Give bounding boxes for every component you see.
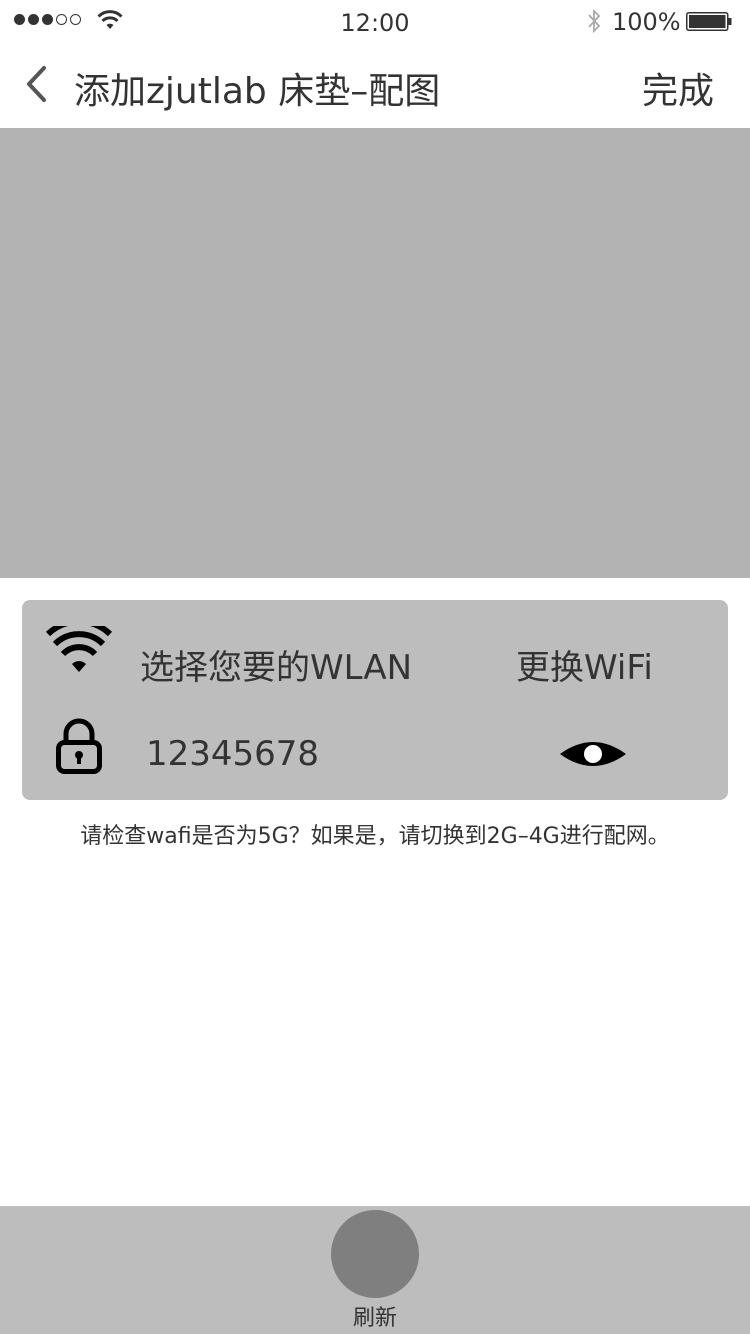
wifi-icon [46, 626, 112, 672]
battery-icon [686, 12, 732, 31]
refresh-button[interactable] [331, 1210, 419, 1298]
password-input[interactable] [146, 730, 446, 778]
status-bar: 12:00 100% [0, 0, 750, 44]
wlan-select[interactable]: 选择您要的WLAN [140, 640, 412, 689]
device-image-placeholder [0, 128, 750, 578]
eye-icon[interactable] [558, 736, 628, 772]
nav-bar: 添加zjutlab 床垫–配图 完成 [0, 44, 750, 128]
change-wifi-button[interactable]: 更换WiFi [516, 640, 653, 689]
done-button[interactable]: 完成 [642, 62, 714, 114]
wifi-config-card: 选择您要的WLAN 更换WiFi [22, 600, 728, 800]
battery-percent: 100% [612, 8, 681, 36]
chevron-left-icon[interactable] [22, 64, 52, 104]
screen: 12:00 100% 添加zjutlab 床垫–配图 完成 选择您要的WLAN … [0, 0, 750, 1334]
bluetooth-icon [588, 8, 601, 34]
bottom-bar: 刷新 [0, 1206, 750, 1334]
hint-text: 请检查wafi是否为5G？如果是，请切换到2G–4G进行配网。 [80, 824, 670, 849]
refresh-label: 刷新 [352, 1306, 397, 1331]
page-title: 添加zjutlab 床垫–配图 [74, 71, 441, 112]
lock-icon [56, 718, 102, 774]
